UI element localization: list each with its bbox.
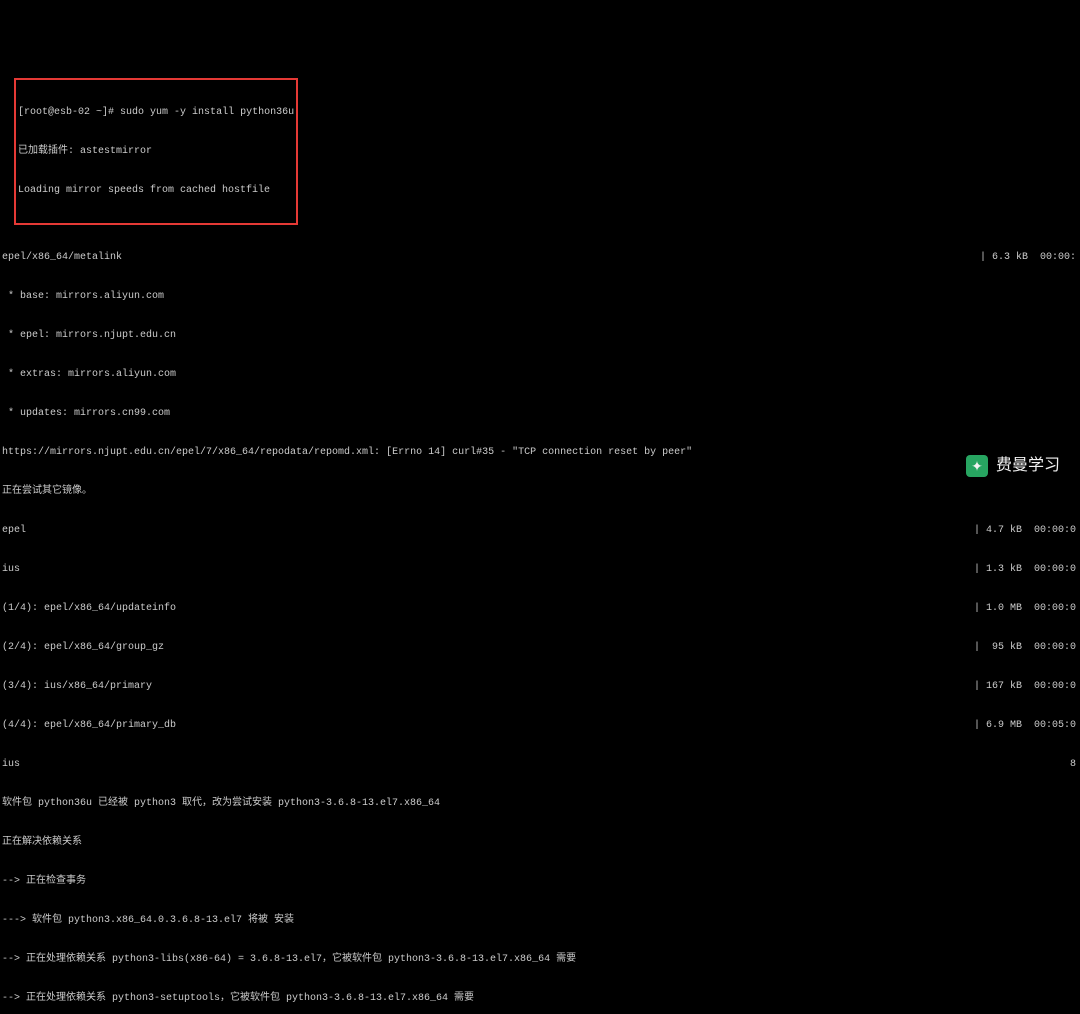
out-line: (2/4): epel/x86_64/group_gz [2,641,164,654]
size-text: | 6.3 kB 00:00: [980,251,1080,264]
wechat-icon: ✦ [966,455,988,477]
size-text: | 6.9 MB 00:05:0 [974,719,1080,732]
plugins-value: astestmirror [80,145,152,158]
out-line: --> 正在处理依赖关系 python3-libs(x86-64) = 3.6.… [2,953,576,966]
size-text: | 4.7 kB 00:00:0 [974,524,1080,537]
plugins-label: 已加载插件: [18,145,80,158]
size-text: | 167 kB 00:00:0 [974,680,1080,693]
out-line: 正在尝试其它镜像。 [2,485,92,498]
out-line: 正在解决依赖关系 [2,836,82,849]
command-text: sudo yum -y install python36u [120,106,294,119]
out-line: epel [2,524,26,537]
command-highlight-box: [root@esb-02 ~]# sudo yum -y install pyt… [14,78,298,225]
out-line: (1/4): epel/x86_64/updateinfo [2,602,176,615]
size-text: | 1.3 kB 00:00:0 [974,563,1080,576]
out-line: --> 正在检查事务 [2,875,86,888]
out-line: * updates: mirrors.cn99.com [2,407,170,420]
watermark: ✦ 费曼学习 [966,455,1060,477]
prompt-host: [root@esb-02 ~]# [18,106,120,119]
out-line: https://mirrors.njupt.edu.cn/epel/7/x86_… [2,446,692,459]
out-line: ius [2,563,20,576]
out-line: * base: mirrors.aliyun.com [2,290,164,303]
terminal-output: [root@esb-02 ~]# sudo yum -y install pyt… [0,65,1080,1014]
out-line: ---> 软件包 python3.x86_64.0.3.6.8-13.el7 将… [2,914,294,927]
watermark-text: 费曼学习 [996,456,1060,477]
out-line: (3/4): ius/x86_64/primary [2,680,152,693]
out-line: ius [2,758,20,771]
out-line: (4/4): epel/x86_64/primary_db [2,719,176,732]
out-line: --> 正在处理依赖关系 python3-setuptools，它被软件包 py… [2,992,474,1005]
size-text: 8 [1070,758,1080,771]
size-text: | 95 kB 00:00:0 [974,641,1080,654]
size-text: | 1.0 MB 00:00:0 [974,602,1080,615]
out-line: epel/x86_64/metalink [2,251,122,264]
out-line: 软件包 python36u 已经被 python3 取代，改为尝试安装 pyth… [2,797,440,810]
out-line: * epel: mirrors.njupt.edu.cn [2,329,176,342]
mirror-line: Loading mirror speeds from cached hostfi… [18,184,270,197]
out-line: * extras: mirrors.aliyun.com [2,368,176,381]
